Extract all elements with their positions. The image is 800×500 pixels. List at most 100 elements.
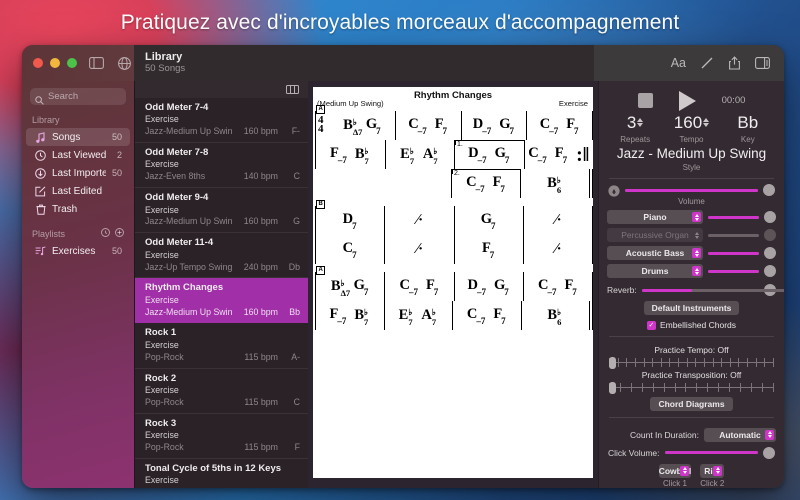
table-row[interactable]: Rock 2 Exercise Pop-Rock 115 bpm C <box>135 369 308 414</box>
tempo-stepper[interactable]: 160 Tempo <box>663 114 719 144</box>
bass-volume-knob[interactable] <box>764 247 776 260</box>
table-row-selected[interactable]: Rhythm Changes Exercise Jazz-Medium Up S… <box>135 278 308 324</box>
reverb-track[interactable] <box>641 288 784 292</box>
song-key: C <box>278 487 300 488</box>
master-volume-knob[interactable] <box>763 184 775 197</box>
stop-icon[interactable] <box>637 93 653 109</box>
download-circle-icon <box>35 167 46 179</box>
default-instruments-button[interactable]: Default Instruments <box>643 301 740 316</box>
default-instruments-row: Default Instruments <box>607 301 776 316</box>
song-title: Rock 2 <box>145 372 177 384</box>
click-sound-row: Cowbell Click 1 Rim Click 2 <box>607 463 776 488</box>
table-row[interactable]: Odd Meter 9-4 Exercise Jazz-Medium Up Sw… <box>135 188 308 234</box>
count-in-select[interactable]: Automatic <box>704 427 776 442</box>
sidebar-item-last-imported[interactable]: Last Imported 50 <box>26 164 130 182</box>
style-value[interactable]: Jazz - Medium Up Swing <box>607 146 776 162</box>
search-input[interactable]: Search <box>30 88 126 105</box>
tempo-stepper-arrows[interactable] <box>703 118 710 128</box>
song-bpm: 240 bpm <box>243 261 278 272</box>
repeats-stepper-arrows[interactable] <box>637 118 644 128</box>
key-label: Key <box>740 135 755 145</box>
sidebar-item-last-edited[interactable]: Last Edited <box>26 182 130 200</box>
table-row[interactable]: Odd Meter 7-4 Exercise Jazz-Medium Up Sw… <box>135 98 308 144</box>
chord-symbol: G7 <box>365 116 381 137</box>
song-title: Odd Meter 11-4 <box>145 237 214 249</box>
song-bpm: 160 bpm <box>243 126 278 137</box>
click1-select[interactable]: Cowbell <box>658 463 692 478</box>
bass-volume-track[interactable] <box>708 251 759 255</box>
bass-instrument-select[interactable]: Acoustic Bass <box>607 246 703 261</box>
song-title: Rock 3 <box>145 417 177 429</box>
sidebar-item-last-viewed[interactable]: Last Viewed 2 <box>26 146 130 164</box>
click-volume-knob[interactable] <box>763 446 775 459</box>
table-row[interactable]: Tonal Cycle of 5ths in 12 Keys Exercise … <box>135 459 308 488</box>
table-row[interactable]: Odd Meter 11-4 Exercise Jazz-Up Tempo Sw… <box>135 233 308 279</box>
sidebar-last-imported-label: Last Imported <box>52 167 106 179</box>
pencil-icon[interactable] <box>700 56 714 70</box>
titlebar-left <box>22 45 134 81</box>
smart-playlist-add-icon[interactable] <box>101 228 110 239</box>
instrument-row-drums: Drums <box>607 264 776 279</box>
add-playlist-icon[interactable] <box>115 228 124 239</box>
play-icon[interactable] <box>678 90 696 111</box>
chord-symbol: G7 <box>480 211 496 232</box>
click1-label: Click 1 <box>662 478 687 488</box>
sidebar-toggle-icon[interactable] <box>87 54 105 72</box>
chord-symbol: F7 <box>481 240 495 261</box>
click-volume-row: Click Volume: <box>607 446 776 459</box>
practice-tempo-slider[interactable] <box>609 357 774 370</box>
chord-chart[interactable]: Rhythm Changes (Medium Up Swing) Exercis… <box>313 87 593 478</box>
chord-symbol: C7 <box>342 240 357 261</box>
share-icon[interactable] <box>728 56 741 70</box>
click2-select[interactable]: Rim <box>700 463 725 478</box>
key-selector[interactable]: Bb Key <box>720 114 776 144</box>
song-bpm: 160 bpm <box>243 216 278 227</box>
organ-volume-knob[interactable] <box>764 229 776 242</box>
columns-icon[interactable] <box>286 81 299 99</box>
table-row[interactable]: Odd Meter 7-8 Exercise Jazz-Even 8ths 14… <box>135 143 308 189</box>
chord-symbol: D–7 <box>467 277 486 298</box>
piano-instrument-select[interactable]: Piano <box>607 210 703 225</box>
embellished-chords-row[interactable]: ✓ Embellished Chords <box>607 320 776 330</box>
measure: C–7 F7 <box>522 272 593 301</box>
sidebar-item-exercises[interactable]: Exercises 50 <box>26 242 130 260</box>
sidebar-item-songs[interactable]: Songs 50 <box>26 128 130 146</box>
song-subtitle: Exercise <box>145 114 179 125</box>
chord-symbol: G7 <box>493 277 509 298</box>
measure: B ♭ 6 <box>520 301 593 330</box>
repeats-stepper[interactable]: 3 Repeats <box>607 114 663 144</box>
measure: B ♭ 6 <box>520 169 593 198</box>
globe-icon[interactable] <box>115 54 133 72</box>
staff-system-3: 2. C–7 F7 B ♭ 6 <box>313 169 593 198</box>
master-volume-track[interactable] <box>625 188 758 192</box>
song-list-scroll[interactable]: Odd Meter 7-4 Exercise Jazz-Medium Up Sw… <box>135 98 308 488</box>
drums-volume-track[interactable] <box>708 269 759 273</box>
key-value: Bb <box>737 113 759 133</box>
drums-instrument-select[interactable]: Drums <box>607 264 703 279</box>
chord-diagrams-button[interactable]: Chord Diagrams <box>650 396 733 411</box>
master-volume-row[interactable] <box>607 184 776 197</box>
piano-volume-knob[interactable] <box>764 211 776 224</box>
click-volume-track[interactable] <box>664 451 758 455</box>
piano-volume-track[interactable] <box>708 215 759 219</box>
text-format-icon[interactable]: Aa <box>671 56 686 70</box>
sidebar-songs-label: Songs <box>52 131 81 143</box>
organ-volume-track[interactable] <box>708 233 759 237</box>
playlists-header-label: Playlists <box>32 228 66 239</box>
sidebar-item-trash[interactable]: Trash <box>26 200 130 218</box>
organ-instrument-select[interactable]: Percussive Organ <box>607 228 703 243</box>
practice-transposition-slider[interactable] <box>609 382 774 395</box>
table-row[interactable]: Rock 3 Exercise Pop-Rock 115 bpm F <box>135 414 308 459</box>
practice-transposition-handle[interactable] <box>609 382 616 395</box>
close-button[interactable] <box>33 58 43 68</box>
table-row[interactable]: Rock 1 Exercise Pop-Rock 115 bpm A- <box>135 323 308 369</box>
song-bpm: 160 bpm <box>243 306 278 317</box>
drums-volume-knob[interactable] <box>764 265 776 278</box>
panel-toggle-icon[interactable] <box>755 57 770 69</box>
minimize-button[interactable] <box>50 58 60 68</box>
practice-tempo-handle[interactable] <box>609 357 616 370</box>
chord-symbol: C–7 <box>539 116 559 137</box>
zoom-button[interactable] <box>67 58 77 68</box>
chord-symbol: F7 <box>492 174 505 195</box>
embellished-chords-checkbox[interactable]: ✓ <box>646 320 656 330</box>
